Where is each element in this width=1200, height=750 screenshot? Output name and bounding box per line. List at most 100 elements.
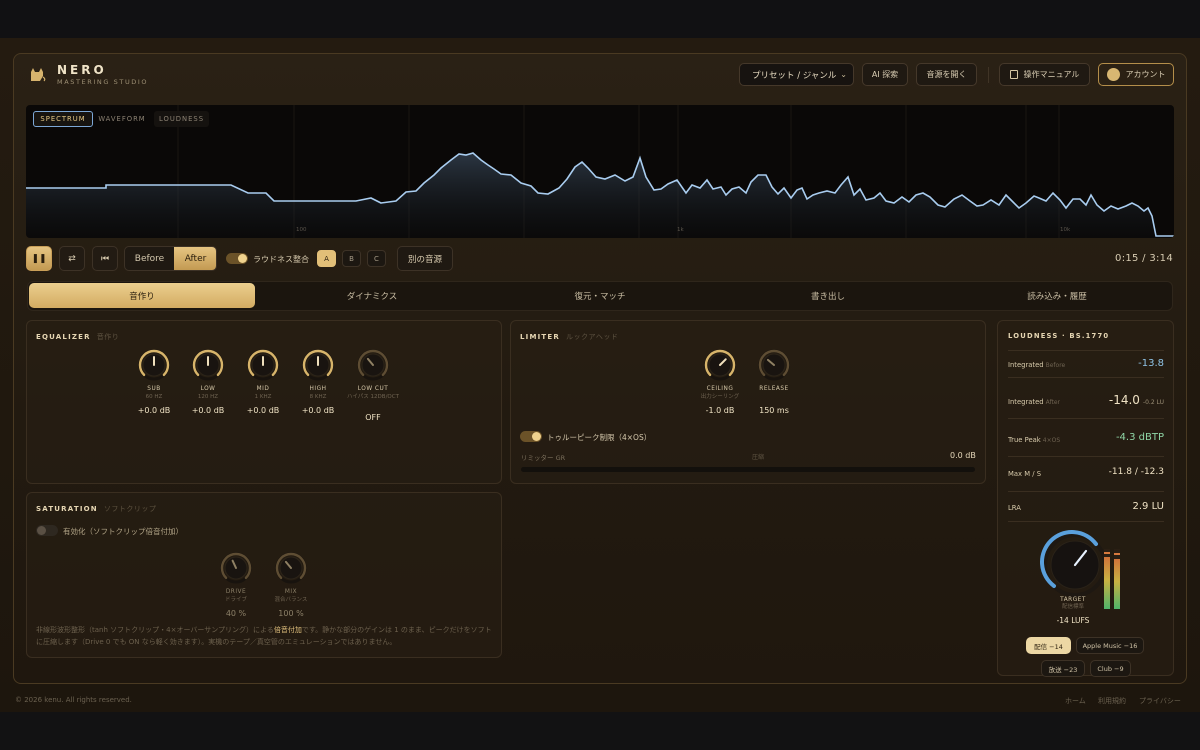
- axis-label-100: 100: [296, 227, 307, 233]
- skip-back-button[interactable]: ⏮: [92, 246, 118, 271]
- eq-knob-low-cut[interactable]: [356, 348, 390, 382]
- knob-value: 100 %: [278, 609, 304, 618]
- footer-link-terms[interactable]: 利用規約: [1098, 696, 1126, 706]
- row-tag: 4×OS: [1042, 437, 1061, 444]
- limiter-gr-label: リミッター GR: [521, 454, 566, 462]
- limiter-knob-ceiling[interactable]: [703, 348, 737, 382]
- skip-back-icon: ⏮: [100, 253, 110, 264]
- limiter-subtitle: ルックアヘッド: [565, 333, 619, 341]
- row-name: True Peak: [1008, 436, 1041, 444]
- tab-dynamics[interactable]: ダイナミクス: [259, 283, 485, 308]
- limiter-title: LIMITER ルックアヘッド: [520, 332, 618, 342]
- before-button[interactable]: Before: [125, 247, 174, 270]
- loudness-row-label: Integrated After: [1008, 398, 1060, 406]
- limiter-gr-value: 0.0 dB: [950, 451, 976, 460]
- spectrum-fill: [26, 153, 1174, 238]
- loudness-row-value: -11.8 / -12.3: [1108, 467, 1164, 477]
- target-chip-apple-music[interactable]: Apple Music −16: [1076, 637, 1144, 654]
- after-button[interactable]: After: [174, 247, 216, 270]
- saturation-knob-drive[interactable]: [219, 551, 253, 585]
- account-label: アカウント: [1125, 70, 1166, 79]
- knob-label: CEILING: [706, 386, 734, 392]
- saturation-knob-mix[interactable]: [274, 551, 308, 585]
- eq-knob-high[interactable]: [301, 348, 335, 382]
- manual-button[interactable]: 操作マニュアル: [999, 63, 1090, 86]
- knob-value: +0.0 dB: [137, 406, 171, 415]
- brand-subtitle: MASTERING STUDIO: [57, 78, 149, 86]
- equalizer-subtitle: 音作り: [96, 333, 120, 341]
- loudness-row-label: Max M / S: [1008, 470, 1042, 478]
- toggle-knob: [238, 254, 247, 263]
- slot-b-button[interactable]: B: [342, 250, 361, 267]
- target-chip-streaming[interactable]: 配信 −14: [1026, 637, 1071, 654]
- account-button[interactable]: アカウント: [1098, 63, 1174, 86]
- open-audio-button[interactable]: 音源を開く: [916, 63, 977, 86]
- loop-icon: ⇄: [68, 253, 76, 264]
- eq-knob-mid[interactable]: [246, 348, 280, 382]
- footer-link-privacy[interactable]: プライバシー: [1139, 696, 1181, 706]
- knob-value: 150 ms: [759, 406, 789, 415]
- true-peak-toggle[interactable]: [520, 431, 542, 442]
- loudness-row-max-ms: Max M / S -11.8 / -12.3: [1008, 460, 1164, 492]
- loop-button[interactable]: ⇄: [59, 246, 85, 271]
- target-chip-club[interactable]: Club −9: [1090, 660, 1131, 677]
- row-name: Integrated: [1008, 361, 1044, 369]
- preset-genre-select[interactable]: プリセット / ジャンル ⌄: [739, 63, 854, 86]
- loudness-row-integrated-before: Integrated Before -13.8: [1008, 350, 1164, 378]
- saturation-title: SATURATION ソフトクリップ: [36, 504, 156, 514]
- knob-value: +0.0 dB: [191, 406, 225, 415]
- alt-source-button[interactable]: 別の音源: [397, 246, 453, 271]
- equalizer-title: EQUALIZER 音作り: [36, 332, 119, 342]
- limiter-gr-mid: 圧縮: [752, 454, 765, 461]
- copyright: © 2026 kenu. All rights reserved.: [15, 696, 132, 704]
- tab-sound[interactable]: 音作り: [29, 283, 255, 308]
- target-chip-broadcast[interactable]: 放送 −23: [1041, 660, 1085, 677]
- slot-c-button[interactable]: C: [367, 250, 386, 267]
- limiter-knob-release[interactable]: [757, 348, 791, 382]
- saturation-description: 非線形波形整形（tanh ソフトクリップ・4×オーバーサンプリング）による倍音付…: [36, 624, 494, 648]
- loudness-row-value: -13.8: [1138, 358, 1164, 369]
- row-value: -14.0: [1108, 393, 1140, 407]
- toggle-knob: [532, 432, 541, 441]
- saturation-title-text: SATURATION: [36, 505, 98, 513]
- knob-label: LOW CUT: [357, 386, 389, 392]
- knob-sublabel: 出力シーリング: [700, 394, 740, 400]
- tab-waveform[interactable]: WAVEFORM: [95, 111, 149, 127]
- tab-import-history[interactable]: 読み込み・履歴: [944, 283, 1170, 308]
- loudness-row-integrated-after: Integrated After -14.0 -0.2 LU: [1008, 385, 1164, 419]
- chevron-down-icon: ⌄: [840, 70, 847, 79]
- footer-link-home[interactable]: ホーム: [1065, 696, 1086, 706]
- slot-a-button[interactable]: A: [317, 250, 336, 267]
- target-knob[interactable]: [1040, 530, 1110, 600]
- tab-restore-match[interactable]: 復元・マッチ: [487, 283, 713, 308]
- knob-label: SUB: [147, 386, 161, 392]
- knob-label: HIGH: [309, 386, 327, 392]
- playback-time: 0:15 / 3:14: [1115, 253, 1173, 264]
- top-bar: [0, 0, 1200, 38]
- pause-button[interactable]: ❚❚: [26, 246, 52, 271]
- knob-sublabel: 1 KHZ: [254, 394, 272, 400]
- manual-label: 操作マニュアル: [1023, 70, 1080, 79]
- tab-export[interactable]: 書き出し: [715, 283, 941, 308]
- ai-search-button[interactable]: AI 探索: [862, 63, 908, 86]
- eq-knob-sub[interactable]: [137, 348, 171, 382]
- target-label: TARGET: [1060, 597, 1086, 603]
- loudness-row-label: Integrated Before: [1008, 361, 1065, 369]
- knob-label: LOW: [200, 386, 216, 392]
- pause-icon: ❚❚: [31, 253, 47, 264]
- loudness-row-value: -14.0 -0.2 LU: [1109, 393, 1164, 407]
- loudness-row-value: -4.3 dBTP: [1115, 432, 1164, 443]
- tab-loudness[interactable]: LOUDNESS: [154, 111, 209, 127]
- loudness-match-toggle[interactable]: [226, 253, 248, 264]
- loudness-row-true-peak: True Peak 4×OS -4.3 dBTP: [1008, 425, 1164, 457]
- eq-knob-low[interactable]: [191, 348, 225, 382]
- knob-value: 40 %: [225, 609, 247, 618]
- knob-value: +0.0 dB: [246, 406, 280, 415]
- loudness-match-label: ラウドネス整合: [253, 255, 309, 264]
- tab-spectrum[interactable]: SPECTRUM: [33, 111, 93, 127]
- knob-label: MID: [256, 386, 270, 392]
- knob-sublabel: ハイパス 12DB/OCT: [347, 394, 399, 400]
- limiter-panel: [510, 320, 986, 484]
- saturation-enable-toggle[interactable]: [36, 525, 58, 536]
- user-avatar-icon: [1106, 68, 1120, 81]
